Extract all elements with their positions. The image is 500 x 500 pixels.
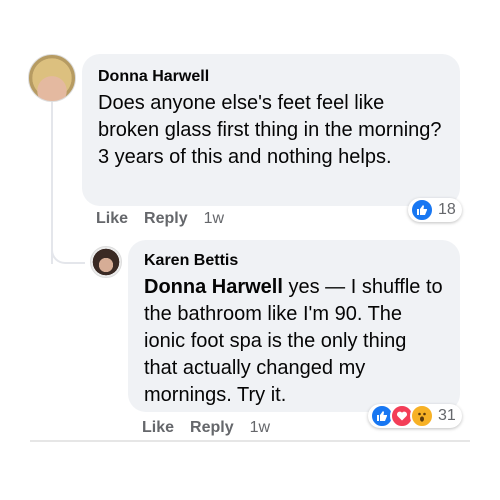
reply-author[interactable]: Karen Bettis [144, 250, 444, 272]
like-button[interactable]: Like [142, 419, 174, 437]
wow-icon [410, 404, 434, 428]
timestamp[interactable]: 1w [250, 419, 270, 437]
reply-bubble: Karen Bettis Donna Harwell yes — I shuff… [128, 240, 460, 412]
mention-tag[interactable]: Donna Harwell [144, 276, 283, 298]
reply-button[interactable]: Reply [190, 419, 234, 437]
reply-actions: Like Reply 1w [142, 419, 270, 437]
comment-bubble: Donna Harwell Does anyone else's feet fe… [82, 54, 460, 206]
comment-author[interactable]: Donna Harwell [98, 66, 444, 88]
avatar-karen[interactable] [90, 246, 122, 278]
like-button[interactable]: Like [96, 210, 128, 228]
comment-text: Does anyone else's feet feel like broken… [98, 92, 442, 168]
avatar-donna[interactable] [28, 54, 76, 102]
reaction-summary[interactable]: 31 [368, 404, 462, 428]
reply-button[interactable]: Reply [144, 210, 188, 228]
reaction-summary[interactable]: 18 [408, 198, 462, 222]
comment-actions: Like Reply 1w [96, 210, 224, 228]
reply-text: Donna Harwell yes — I shuffle to the bat… [144, 274, 444, 409]
reaction-count: 18 [438, 201, 456, 218]
reply-connector [51, 240, 85, 264]
divider [30, 440, 470, 442]
reaction-count: 31 [438, 407, 456, 424]
timestamp[interactable]: 1w [204, 210, 224, 228]
like-icon [410, 198, 434, 222]
